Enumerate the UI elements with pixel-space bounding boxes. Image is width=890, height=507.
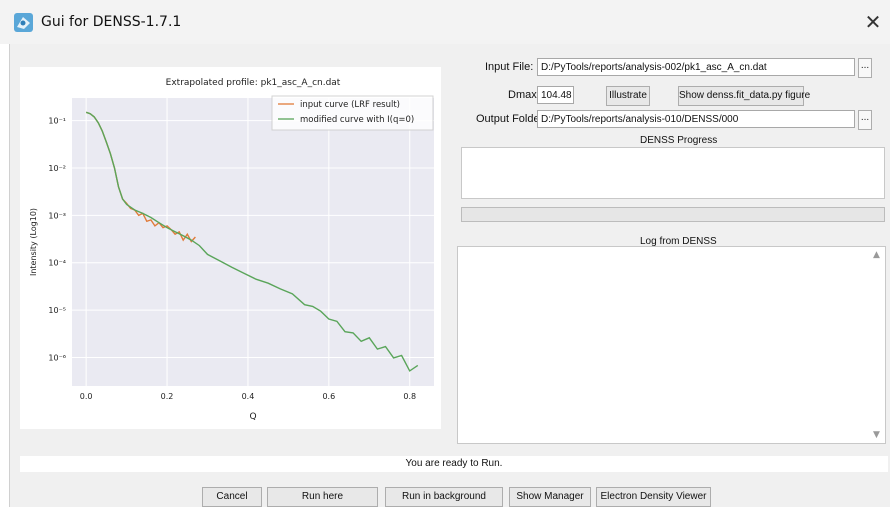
electron-density-viewer-button[interactable]: Electron Density Viewer <box>596 487 711 507</box>
y-axis-label: Intensity (Log10) <box>29 208 38 276</box>
chart-title: Extrapolated profile: pk1_asc_A_cn.dat <box>166 78 341 88</box>
log-text-area[interactable] <box>457 246 886 444</box>
progress-output-box <box>461 147 885 199</box>
status-text: You are ready to Run. <box>20 456 888 472</box>
plot-area <box>72 98 434 386</box>
x-tick-label: 0.0 <box>80 392 93 401</box>
window-title: Gui for DENSS-1.7.1 <box>41 14 182 30</box>
title-bar: Gui for DENSS-1.7.1 ✕ <box>0 0 890 44</box>
run-in-background-button[interactable]: Run in background <box>385 487 503 507</box>
x-tick-label: 0.6 <box>322 392 335 401</box>
input-file-browse-button[interactable]: ... <box>858 58 872 78</box>
y-tick-label: 10⁻⁵ <box>48 306 66 315</box>
run-here-button[interactable]: Run here <box>267 487 378 507</box>
legend-modified-curve: modified curve with I(q=0) <box>300 115 414 125</box>
output-folder-field[interactable]: D:/PyTools/reports/analysis-010/DENSS/00… <box>537 110 855 128</box>
profile-chart: Extrapolated profile: pk1_asc_A_cn.dat 0… <box>20 67 441 429</box>
input-file-label: Input File: <box>485 61 534 73</box>
x-axis-label: Q <box>249 412 256 422</box>
x-tick-label: 0.4 <box>242 392 255 401</box>
show-fit-figure-button[interactable]: Show denss.fit_data.py figure <box>678 86 810 106</box>
y-tick-label: 10⁻⁶ <box>48 353 66 362</box>
cancel-button[interactable]: Cancel <box>202 487 262 507</box>
progress-bar <box>461 207 885 222</box>
illustrate-button[interactable]: Illustrate <box>606 86 650 106</box>
output-folder-label: Output Folder: <box>476 113 547 125</box>
y-tick-label: 10⁻¹ <box>48 117 66 126</box>
dmax-field[interactable]: 104.48 <box>537 86 574 104</box>
show-manager-button[interactable]: Show Manager <box>509 487 591 507</box>
app-icon <box>14 13 33 32</box>
dmax-label: Dmax: <box>508 89 540 101</box>
chart-legend: input curve (LRF result) modified curve … <box>271 95 434 131</box>
output-folder-browse-button[interactable]: ... <box>858 110 872 130</box>
y-tick-label: 10⁻³ <box>48 211 66 220</box>
x-tick-label: 0.8 <box>403 392 416 401</box>
legend-input-curve: input curve (LRF result) <box>300 100 400 110</box>
progress-title: DENSS Progress <box>640 135 718 146</box>
scroll-down-arrow-icon[interactable]: ▼ <box>873 430 880 440</box>
scroll-up-arrow-icon[interactable]: ▲ <box>873 250 880 260</box>
y-tick-label: 10⁻⁴ <box>48 259 66 268</box>
close-icon[interactable]: ✕ <box>860 10 886 34</box>
input-file-field[interactable]: D:/PyTools/reports/analysis-002/pk1_asc_… <box>537 58 855 76</box>
y-tick-label: 10⁻² <box>48 164 66 173</box>
x-tick-label: 0.2 <box>161 392 174 401</box>
